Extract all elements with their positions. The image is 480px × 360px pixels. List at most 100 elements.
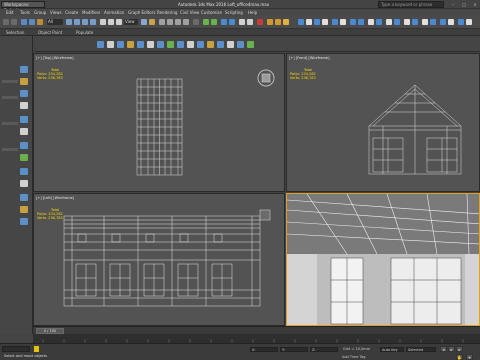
- auto-key-button[interactable]: Auto Key: [380, 347, 404, 352]
- toolbar-extra-icon-9[interactable]: [368, 19, 374, 25]
- left-tool-icon-13[interactable]: [20, 218, 28, 225]
- previous-frame-icon[interactable]: ◂: [440, 346, 447, 352]
- selection-filter-dropdown[interactable]: All: [47, 19, 63, 25]
- toolbar-extra-icon-3[interactable]: [314, 19, 320, 25]
- viewport-left[interactable]: [+] [Left] [Wireframe] Total Polys: 234,…: [33, 193, 285, 326]
- viewport-perspective[interactable]: [286, 193, 480, 326]
- material-editor-icon[interactable]: [257, 19, 263, 25]
- command-tab-icon-9[interactable]: [177, 41, 184, 48]
- command-tab-icon-16[interactable]: [247, 41, 254, 48]
- left-tool-icon-5[interactable]: [20, 116, 28, 123]
- pivot-center-icon[interactable]: [141, 19, 147, 25]
- search-input[interactable]: Type a keyword or phrase: [378, 1, 444, 8]
- tab-object-paint[interactable]: Object Paint: [38, 30, 62, 35]
- minimize-icon[interactable]: –: [448, 1, 458, 8]
- command-tab-icon-10[interactable]: [187, 41, 194, 48]
- schematic-view-icon[interactable]: [247, 19, 253, 25]
- toolbar-extra-icon-5[interactable]: [332, 19, 338, 25]
- menu-civil-view[interactable]: Civil View: [180, 10, 199, 15]
- x-coordinate-field[interactable]: X:: [250, 347, 278, 352]
- left-tool-icon-9[interactable]: [20, 168, 28, 175]
- workspace-dropdown[interactable]: Workspaces: Default: [1, 1, 45, 13]
- toolbar-extra-icon-2[interactable]: [306, 19, 312, 25]
- toolbar-extra-icon-12[interactable]: [394, 19, 400, 25]
- command-tab-icon-3[interactable]: [117, 41, 124, 48]
- reference-coordinate-dropdown[interactable]: View: [124, 19, 138, 25]
- link-icon[interactable]: [21, 19, 27, 25]
- selection-lock-icon[interactable]: [34, 346, 39, 352]
- bind-space-warp-icon[interactable]: [37, 19, 43, 25]
- window-crossing-icon[interactable]: [90, 19, 96, 25]
- menu-create[interactable]: Create: [65, 10, 78, 15]
- align-icon[interactable]: [211, 19, 217, 25]
- command-tab-icon-12[interactable]: [207, 41, 214, 48]
- select-object-icon[interactable]: [66, 19, 72, 25]
- maximize-icon[interactable]: □: [459, 1, 469, 8]
- left-tool-icon-4[interactable]: [20, 102, 28, 109]
- command-tab-icon-5[interactable]: [137, 41, 144, 48]
- render-production-icon[interactable]: [283, 19, 289, 25]
- menu-edit[interactable]: Edit: [6, 10, 14, 15]
- key-filter-dropdown[interactable]: Selected: [406, 347, 436, 352]
- named-selection-icon[interactable]: [193, 19, 199, 25]
- percent-snap-icon[interactable]: [175, 19, 181, 25]
- left-tool-icon-10[interactable]: [20, 180, 28, 187]
- undo-icon[interactable]: [3, 19, 9, 25]
- snaps-toggle-icon[interactable]: [159, 19, 165, 25]
- command-tab-icon-7[interactable]: [157, 41, 164, 48]
- angle-snap-icon[interactable]: [167, 19, 173, 25]
- toolbar-extra-icon-15[interactable]: [422, 19, 428, 25]
- menu-rendering[interactable]: Rendering: [157, 10, 177, 15]
- tab-selection[interactable]: Selection: [6, 30, 24, 35]
- menu-animation[interactable]: Animation: [104, 10, 124, 15]
- spinner-snap-icon[interactable]: [183, 19, 189, 25]
- toolbar-extra-icon-20[interactable]: [466, 19, 472, 25]
- command-tab-icon-14[interactable]: [227, 41, 234, 48]
- toolbar-extra-icon-16[interactable]: [430, 19, 436, 25]
- left-tool-icon-12[interactable]: [20, 206, 28, 213]
- left-tool-icon-6[interactable]: [20, 128, 28, 135]
- menu-customize[interactable]: Customize: [201, 10, 222, 15]
- command-tab-icon-4[interactable]: [127, 41, 134, 48]
- left-tool-icon-1[interactable]: [20, 66, 28, 73]
- left-tool-icon-11[interactable]: [20, 194, 28, 201]
- toolbar-extra-icon-10[interactable]: [376, 19, 382, 25]
- play-icon[interactable]: ▸: [448, 346, 455, 352]
- menu-modifiers[interactable]: Modifiers: [82, 10, 100, 15]
- command-tab-icon-8[interactable]: [167, 41, 174, 48]
- toolbar-extra-icon-8[interactable]: [358, 19, 364, 25]
- close-icon[interactable]: ×: [470, 1, 480, 8]
- curve-editor-icon[interactable]: [239, 19, 245, 25]
- add-time-tag-button[interactable]: Add Time Tag: [342, 355, 366, 359]
- viewport-top[interactable]: [+] [Top] [Wireframe] Total Polys: 234,2…: [33, 53, 285, 192]
- command-tab-icon-1[interactable]: [97, 41, 104, 48]
- toolbar-extra-icon-14[interactable]: [412, 19, 418, 25]
- left-tool-icon-2[interactable]: [20, 78, 28, 85]
- track-bar[interactable]: [33, 334, 480, 343]
- left-tool-icon-3[interactable]: [20, 90, 28, 97]
- viewport-front[interactable]: [+] [Front] [Wireframe] Total Polys: 234…: [286, 53, 480, 192]
- unlink-icon[interactable]: [29, 19, 35, 25]
- rendered-frame-window-icon[interactable]: [275, 19, 281, 25]
- rectangular-selection-icon[interactable]: [82, 19, 88, 25]
- pan-view-icon[interactable]: ✋: [456, 354, 463, 360]
- scale-icon[interactable]: [116, 19, 122, 25]
- toolbar-extra-icon-17[interactable]: [440, 19, 446, 25]
- toolbar-extra-icon-4[interactable]: [322, 19, 328, 25]
- menu-scripting[interactable]: Scripting: [225, 10, 243, 15]
- mirror-icon[interactable]: [203, 19, 209, 25]
- menu-graph-editors[interactable]: Graph Editors: [128, 10, 155, 15]
- select-by-name-icon[interactable]: [74, 19, 80, 25]
- layer-explorer-icon[interactable]: [221, 19, 227, 25]
- toolbar-extra-icon-13[interactable]: [404, 19, 410, 25]
- toolbar-extra-icon-7[interactable]: [350, 19, 356, 25]
- command-tab-icon-13[interactable]: [217, 41, 224, 48]
- zoom-extents-icon[interactable]: ⌖: [466, 354, 473, 360]
- render-setup-icon[interactable]: [267, 19, 273, 25]
- move-icon[interactable]: [100, 19, 106, 25]
- z-coordinate-field[interactable]: Z:: [310, 347, 338, 352]
- menu-help[interactable]: Help: [248, 10, 257, 15]
- next-frame-icon[interactable]: ▸: [456, 346, 463, 352]
- command-tab-icon-6[interactable]: [147, 41, 154, 48]
- toggle-ribbon-icon[interactable]: [229, 19, 235, 25]
